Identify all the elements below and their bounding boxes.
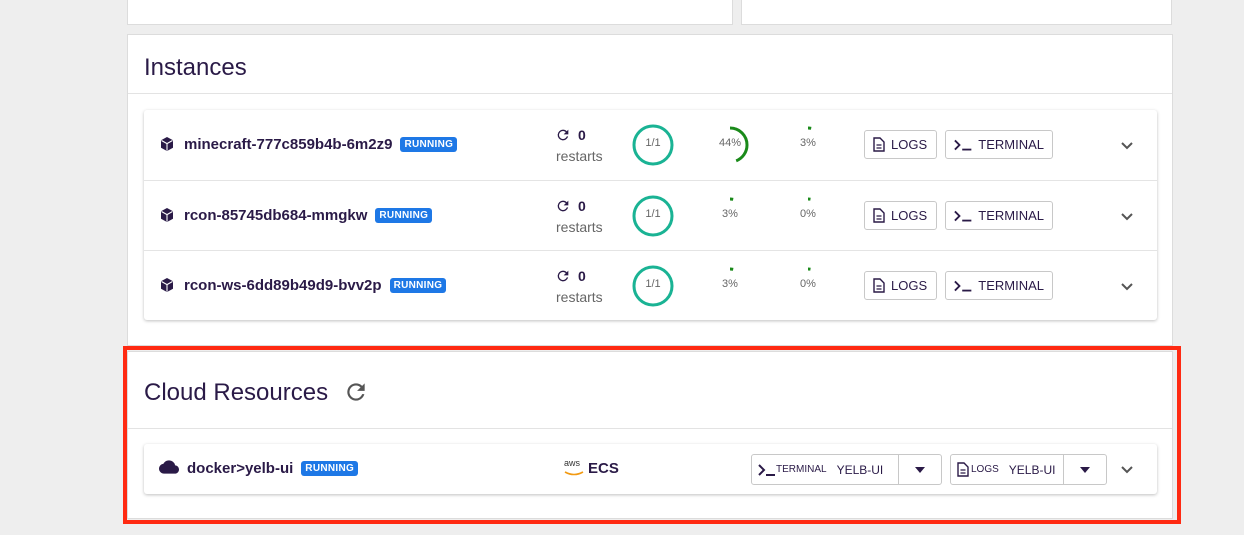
instance-row[interactable]: rcon-85745db684-mmgkw RUNNING 0 restarts … <box>144 180 1157 250</box>
cpu-text: 3% <box>722 208 738 220</box>
instances-divider <box>128 93 1172 94</box>
restart-count: 0 <box>578 198 586 214</box>
instances-panel: Instances minecraft-777c859b4b-6m2z9 RUNN… <box>127 34 1173 346</box>
instance-row[interactable]: minecraft-777c859b4b-6m2z9 RUNNING 0 rest… <box>144 110 1157 180</box>
terminal-icon <box>954 280 972 291</box>
document-icon <box>873 137 885 152</box>
instances-list: minecraft-777c859b4b-6m2z9 RUNNING 0 rest… <box>144 110 1157 320</box>
chevron-down-icon[interactable] <box>1120 138 1134 152</box>
logs-button-label: LOGS <box>891 137 928 152</box>
cube-icon <box>161 278 173 292</box>
instance-name: rcon-85745db684-mmgkw RUNNING <box>184 207 433 224</box>
terminal-button[interactable]: TERMINAL <box>945 271 1053 300</box>
ready-text: 1/1 <box>645 137 661 149</box>
logs-button[interactable]: LOGS <box>864 271 937 300</box>
status-badge: RUNNING <box>375 208 433 223</box>
cube-icon <box>161 208 173 222</box>
logs-button-label: LOGS <box>891 278 928 293</box>
restart-icon <box>557 270 569 282</box>
instance-name: minecraft-777c859b4b-6m2z9 RUNNING <box>184 136 458 153</box>
restart-icon <box>557 129 569 141</box>
memory-text: 3% <box>800 137 816 149</box>
cpu-text: 44% <box>718 137 742 149</box>
ready-text: 1/1 <box>645 208 661 220</box>
status-badge: RUNNING <box>389 278 447 293</box>
terminal-button-label: TERMINAL <box>978 278 1044 293</box>
cube-icon <box>161 137 173 151</box>
terminal-button-label: TERMINAL <box>978 208 1044 223</box>
previous-card-right <box>741 0 1172 25</box>
instance-name: rcon-ws-6dd89b49d9-bvv2p RUNNING <box>184 277 447 294</box>
terminal-icon <box>954 210 972 221</box>
terminal-button[interactable]: TERMINAL <box>945 201 1053 230</box>
restart-label: restarts <box>556 219 603 235</box>
terminal-button[interactable]: TERMINAL <box>945 130 1053 159</box>
logs-button[interactable]: LOGS <box>864 201 937 230</box>
instance-name-text: minecraft-777c859b4b-6m2z9 <box>184 136 393 153</box>
chevron-down-icon[interactable] <box>1120 209 1134 223</box>
chevron-down-icon[interactable] <box>1120 279 1134 293</box>
previous-card-left <box>127 0 733 25</box>
document-icon <box>873 278 885 293</box>
document-icon <box>873 208 885 223</box>
memory-text: 0% <box>800 278 816 290</box>
restart-icon <box>557 200 569 212</box>
cpu-text: 3% <box>722 278 738 290</box>
status-badge: RUNNING <box>400 137 458 152</box>
restart-label: restarts <box>556 148 603 164</box>
terminal-button-label: TERMINAL <box>978 137 1044 152</box>
ready-text: 1/1 <box>645 278 661 290</box>
logs-button[interactable]: LOGS <box>864 130 937 159</box>
instance-name-text: rcon-ws-6dd89b49d9-bvv2p <box>184 277 382 294</box>
highlight-box <box>123 346 1181 524</box>
terminal-icon <box>954 139 972 150</box>
memory-text: 0% <box>800 208 816 220</box>
restart-label: restarts <box>556 289 603 305</box>
logs-button-label: LOGS <box>891 208 928 223</box>
restart-count: 0 <box>578 268 586 284</box>
instance-name-text: rcon-85745db684-mmgkw <box>184 207 368 224</box>
instances-title: Instances <box>144 54 247 81</box>
instance-row[interactable]: rcon-ws-6dd89b49d9-bvv2p RUNNING 0 restar… <box>144 250 1157 320</box>
restart-count: 0 <box>578 127 586 143</box>
